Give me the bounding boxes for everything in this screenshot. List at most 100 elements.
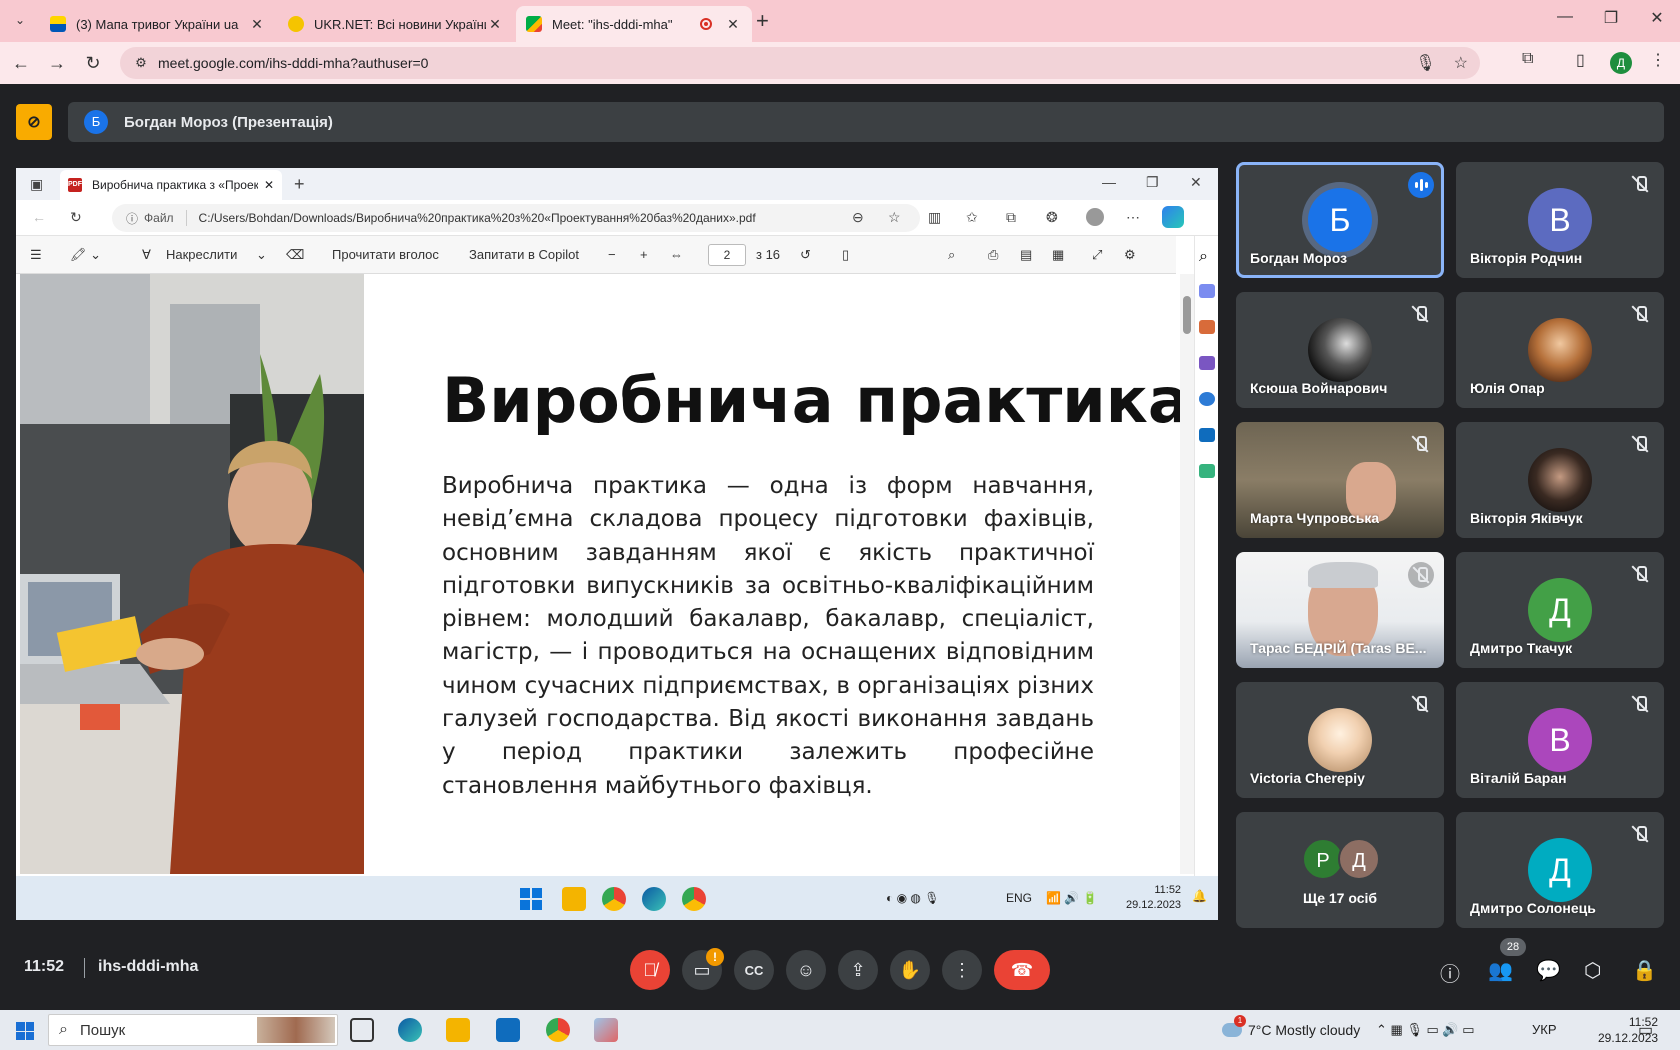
participant-tile[interactable]: Юлія Опар xyxy=(1456,292,1664,408)
meet-icon xyxy=(526,16,542,32)
new-tab-button[interactable]: + xyxy=(756,8,769,34)
bookmark-star-icon[interactable]: ☆ xyxy=(1454,53,1468,73)
windows-start-button[interactable] xyxy=(16,1022,34,1040)
chrome-icon xyxy=(602,887,626,911)
cloud-icon: 1 xyxy=(1222,1015,1246,1037)
minimize-icon: — xyxy=(1102,174,1116,190)
mic-off-icon xyxy=(1630,434,1650,454)
pdf-scrollbar xyxy=(1180,274,1194,874)
participant-video-tile[interactable]: Тарас БЕДРІЙ (Taras BE... xyxy=(1236,552,1444,668)
participant-photo xyxy=(1308,318,1372,382)
taskbar-search-box[interactable]: ⌕ Пошук xyxy=(48,1014,338,1046)
leave-call-button[interactable]: ☎ xyxy=(994,950,1050,990)
participant-tile[interactable]: Victoria Chereріу xyxy=(1236,682,1444,798)
minimize-icon[interactable]: — xyxy=(1550,8,1580,26)
reload-icon[interactable]: ↻ xyxy=(80,50,106,76)
windows-taskbar: ⌕ Пошук 1 7°C Mostly cloudy ⌃ ▦ 🎙 ▭ 🔊 ▭ … xyxy=(0,1010,1680,1050)
chat-icon[interactable]: 💬 xyxy=(1536,958,1561,983)
more-avatars: Р Д xyxy=(1302,838,1382,882)
ukraine-flag-icon xyxy=(50,16,66,32)
weather-badge: 1 xyxy=(1234,1015,1246,1027)
activities-icon[interactable]: ⬡ xyxy=(1584,958,1601,983)
forward-icon[interactable]: → xyxy=(44,50,70,76)
participant-tile[interactable]: Д Дмитро Солонець xyxy=(1456,812,1664,928)
emoji-reactions-button[interactable]: ☺ xyxy=(786,950,826,990)
close-tab-icon[interactable]: ✕ xyxy=(486,16,504,33)
file-explorer-icon xyxy=(562,887,586,911)
participant-video-tile[interactable]: Марта Чупровська xyxy=(1236,422,1444,538)
network-volume-icons: 📶 🔊 🔋 xyxy=(1046,891,1098,905)
chrome-icon xyxy=(682,887,706,911)
edge-tab-strip: ▣ PDF Виробнича практика з «Проект... ✕ … xyxy=(16,168,1218,200)
file-explorer-icon[interactable] xyxy=(446,1018,470,1042)
rotate-icon: ↺ xyxy=(800,247,811,262)
people-icon[interactable]: 👥 xyxy=(1488,958,1513,983)
chrome-menu-icon[interactable]: ⋮ xyxy=(1650,50,1666,70)
presenter-avatar: Б xyxy=(84,110,108,134)
search-icon: ⌕ xyxy=(948,247,956,262)
tray-icons[interactable]: ⌃ ▦ 🎙 ▭ 🔊 ▭ xyxy=(1376,1022,1475,1038)
close-tab-icon[interactable]: ✕ xyxy=(248,16,266,33)
close-window-icon[interactable]: ✕ xyxy=(1642,8,1672,28)
chrome-icon[interactable] xyxy=(546,1018,570,1042)
participant-tile[interactable]: В Віталій Баран xyxy=(1456,682,1664,798)
meeting-details-icon[interactable]: ⓘ xyxy=(1440,958,1460,987)
profile-avatar[interactable]: Д xyxy=(1610,52,1632,74)
recording-icon xyxy=(700,18,712,30)
mic-off-icon xyxy=(1630,694,1650,714)
participant-name: Вікторія Яківчук xyxy=(1470,510,1583,526)
participant-tile[interactable]: Д Дмитро Ткачук xyxy=(1456,552,1664,668)
participant-name: Марта Чупровська xyxy=(1250,510,1380,526)
close-tab-icon: ✕ xyxy=(263,178,274,192)
site-info-icon[interactable]: ⚙ xyxy=(126,55,156,71)
raise-hand-button[interactable]: ✋ xyxy=(890,950,930,990)
participant-hair xyxy=(1308,562,1378,588)
search-icon: ⌕ xyxy=(1199,248,1208,265)
microphone-off-button[interactable]: 🎙̸ xyxy=(630,950,670,990)
shared-clock: 11:52 29.12.2023 xyxy=(1126,883,1181,913)
language-indicator[interactable]: УКР xyxy=(1532,1022,1557,1037)
notifications-icon[interactable]: ▭ xyxy=(1638,1020,1653,1040)
participant-avatar: Д xyxy=(1338,838,1380,880)
tab-meet[interactable]: Meet: "ihs-dddi-mha" ✕ xyxy=(516,6,752,42)
host-controls-icon[interactable]: 🔒 xyxy=(1632,958,1657,983)
participant-avatar: Д xyxy=(1528,578,1592,642)
restore-icon[interactable]: ❐ xyxy=(1596,8,1626,28)
captions-button[interactable]: CC xyxy=(734,950,774,990)
edge-icon[interactable] xyxy=(398,1018,422,1042)
participant-tile[interactable]: В Вікторія Родчин xyxy=(1456,162,1664,278)
eraser-icon: ⌫ xyxy=(286,247,305,262)
side-panel-icon[interactable]: ▯ xyxy=(1576,50,1585,70)
weather-text: 7°C Mostly cloudy xyxy=(1248,1022,1361,1038)
new-tab-icon: + xyxy=(294,174,305,194)
stop-presenting-icon[interactable]: ⊘ xyxy=(16,104,52,140)
language-indicator: ENG xyxy=(1006,891,1033,905)
tab-search-button[interactable]: ⌄ xyxy=(8,8,32,32)
office-icon xyxy=(1199,392,1215,406)
tab-ukrnet[interactable]: UKR.NET: Всі новини України, ... ✕ xyxy=(278,6,514,42)
address-bar[interactable]: ⚙ meet.google.com/ihs-dddi-mha?authuser=… xyxy=(120,47,1480,79)
outlook-icon xyxy=(1199,428,1215,442)
back-icon[interactable]: ← xyxy=(8,50,34,76)
task-view-icon[interactable] xyxy=(350,1018,374,1042)
page-view-icon: ▯ xyxy=(842,247,850,262)
participant-name: Юлія Опар xyxy=(1470,380,1545,396)
close-tab-icon[interactable]: ✕ xyxy=(724,16,742,33)
more-participants-tile[interactable]: Р Д Ще 17 осіб xyxy=(1236,812,1444,928)
draw-icon: ∀ xyxy=(142,247,151,262)
weather-widget[interactable]: 1 7°C Mostly cloudy xyxy=(1222,1015,1361,1038)
more-options-button[interactable]: ⋮ xyxy=(942,950,982,990)
participant-tile[interactable]: Ксюша Войнарович xyxy=(1236,292,1444,408)
paint-icon[interactable] xyxy=(594,1018,618,1042)
browser-tab-strip: ⌄ (3) Мапа тривог України ua ✕ UKR.NET: … xyxy=(0,0,1680,42)
tab-alert-map[interactable]: (3) Мапа тривог України ua ✕ xyxy=(40,6,276,42)
microphone-icon[interactable]: 🎙 xyxy=(1415,53,1435,73)
page-number-input: 2 xyxy=(708,244,746,266)
present-screen-button[interactable]: ⇪ xyxy=(838,950,878,990)
mail-icon[interactable] xyxy=(496,1018,520,1042)
presenter-label: Богдан Мороз (Презентація) xyxy=(124,113,333,131)
extensions-icon[interactable]: ⧉ xyxy=(1522,50,1533,68)
participant-tile[interactable]: Б Богдан Мороз xyxy=(1236,162,1444,278)
windows-start-icon xyxy=(520,888,542,910)
participant-tile[interactable]: Вікторія Яківчук xyxy=(1456,422,1664,538)
